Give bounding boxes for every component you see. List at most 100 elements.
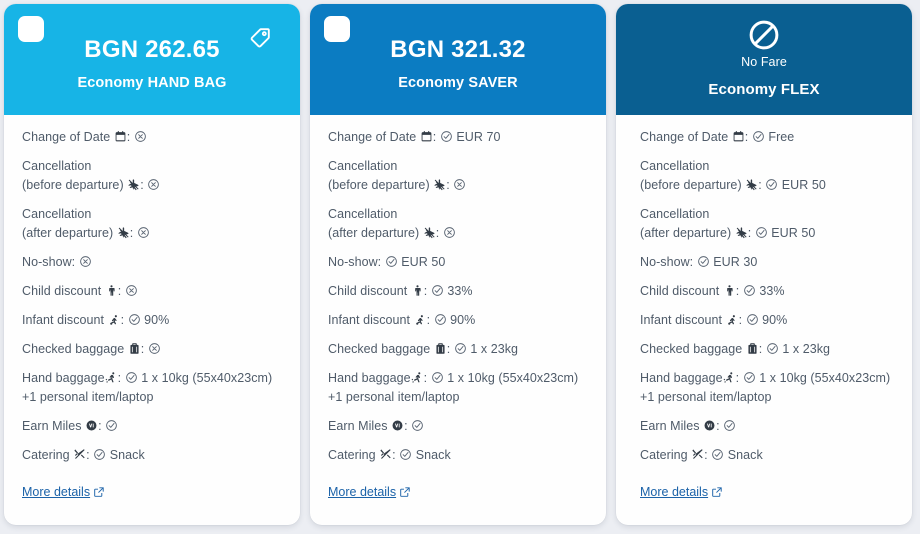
fare-detail-row: Cancellation (after departure) :	[22, 205, 282, 243]
fare-detail-separator: :	[759, 342, 763, 356]
fare-detail-separator: :	[447, 342, 451, 356]
fare-detail-value: EUR 30	[713, 255, 757, 269]
check-circle-icon	[746, 313, 759, 326]
fare-detail-row: Cancellation (after departure) : EUR 50	[640, 205, 894, 243]
fare-detail-value: 90%	[762, 313, 787, 327]
fare-detail-row: Cancellation (before departure) : EUR 50	[640, 157, 894, 195]
fare-detail-row: Earn Miles :	[640, 417, 894, 436]
check-circle-icon	[431, 284, 444, 297]
flight-cancelled-icon	[745, 178, 758, 191]
fare-detail-row: Earn Miles :	[328, 417, 588, 436]
fare-card-economy-hand-bag[interactable]: BGN 262.65 Economy HAND BAG Change of Date…	[4, 4, 300, 525]
cross-circle-icon	[453, 178, 466, 191]
fare-detail-separator: :	[433, 130, 437, 144]
fare-detail-separator: :	[758, 178, 762, 192]
fare-card-body-economy-saver: Change of Date : EUR 70 Cancellation (bef…	[310, 115, 606, 525]
fare-detail-label: Change of Date	[640, 130, 732, 144]
suitcase-icon	[746, 342, 759, 355]
fare-detail-label: Catering	[640, 448, 691, 462]
check-circle-icon	[743, 284, 756, 297]
fare-card-economy-saver[interactable]: BGN 321.32Economy SAVERChange of Date : …	[310, 4, 606, 525]
fare-detail-label: Child discount	[640, 284, 723, 298]
fare-detail-label: Cancellation (before departure)	[22, 159, 127, 192]
fare-detail-label: Hand baggage	[328, 371, 411, 385]
fare-detail-row: Change of Date : EUR 70	[328, 128, 588, 147]
fare-detail-separator: :	[736, 371, 740, 385]
fare-detail-row: Catering : Snack	[22, 446, 282, 465]
fare-detail-separator: :	[140, 178, 144, 192]
check-circle-icon	[697, 255, 710, 268]
fare-detail-row: Cancellation (before departure) :	[328, 157, 588, 195]
fare-detail-row: Cancellation (after departure) :	[328, 205, 588, 243]
check-circle-icon	[128, 313, 141, 326]
fare-detail-row: Change of Date : Free	[640, 128, 894, 147]
fare-detail-value: EUR 50	[401, 255, 445, 269]
fare-card-economy-flex[interactable]: No FareEconomy FLEX Change of Date : Free…	[616, 4, 912, 525]
select-fare-checkbox[interactable]	[324, 16, 350, 42]
fare-detail-value: Snack	[110, 448, 145, 462]
fare-detail-separator: :	[427, 313, 431, 327]
fare-price: BGN 262.65	[18, 36, 286, 64]
fare-detail-label: Catering	[22, 448, 73, 462]
more-details-link[interactable]: More details	[328, 485, 411, 499]
fare-detail-value: 1 x 23kg	[470, 342, 518, 356]
fare-detail-separator: :	[748, 226, 752, 240]
suitcase-icon	[128, 342, 141, 355]
fare-detail-label: Checked baggage	[640, 342, 746, 356]
fare-detail-row: Checked baggage : 1 x 23kg	[328, 340, 588, 359]
fare-detail-row: Cancellation (before departure) :	[22, 157, 282, 195]
fare-detail-row: Catering : Snack	[640, 446, 894, 465]
fare-detail-label: Checked baggage	[22, 342, 128, 356]
fare-detail-label: Infant discount	[640, 313, 726, 327]
miles-icon	[85, 419, 98, 432]
more-details-link[interactable]: More details	[640, 485, 723, 499]
fare-detail-label: Cancellation (before departure)	[328, 159, 433, 192]
child-icon	[105, 284, 118, 297]
fare-detail-row: No-show: EUR 30	[640, 253, 894, 272]
hand-baggage-icon	[105, 371, 118, 384]
fare-detail-separator: :	[716, 419, 720, 433]
fare-detail-row: Checked baggage : 1 x 23kg	[640, 340, 894, 359]
fare-detail-row: Child discount :	[22, 282, 282, 301]
fare-detail-row: Catering : Snack	[328, 446, 588, 465]
suitcase-icon	[434, 342, 447, 355]
fare-detail-label: Cancellation (after departure)	[22, 207, 117, 240]
fare-card-header-economy-flex: No FareEconomy FLEX	[616, 4, 912, 115]
fare-detail-label: No-show:	[640, 255, 693, 269]
calendar-icon	[114, 130, 127, 143]
fare-detail-separator: :	[424, 371, 428, 385]
check-circle-icon	[125, 371, 138, 384]
fare-detail-label: Change of Date	[328, 130, 420, 144]
miles-icon	[391, 419, 404, 432]
price-tag-icon[interactable]	[262, 15, 286, 39]
check-circle-icon	[755, 226, 768, 239]
select-fare-checkbox[interactable]	[18, 16, 44, 42]
fare-detail-row: No-show: EUR 50	[328, 253, 588, 272]
calendar-icon	[420, 130, 433, 143]
cross-circle-icon	[147, 178, 160, 191]
fare-detail-row: Infant discount : 90%	[640, 311, 894, 330]
check-circle-icon	[431, 371, 444, 384]
no-fare-block: No Fare	[630, 16, 898, 69]
fare-detail-row: Change of Date :	[22, 128, 282, 147]
fare-detail-row: Child discount : 33%	[640, 282, 894, 301]
fare-detail-value: 90%	[144, 313, 169, 327]
fare-card-body-economy-hand-bag: Change of Date : Cancellation (before de…	[4, 115, 300, 525]
cross-circle-icon	[148, 342, 161, 355]
fare-detail-separator: :	[745, 130, 749, 144]
fare-detail-label: Hand baggage	[640, 371, 723, 385]
fare-detail-value: 33%	[447, 284, 472, 298]
fare-detail-row: Infant discount : 90%	[328, 311, 588, 330]
fare-detail-label: Earn Miles	[328, 419, 391, 433]
fare-detail-separator: :	[86, 448, 90, 462]
fare-detail-value: 1 x 23kg	[782, 342, 830, 356]
fare-detail-separator: :	[392, 448, 396, 462]
fare-detail-label: Child discount	[22, 284, 105, 298]
hand-baggage-icon	[411, 371, 424, 384]
check-circle-icon	[93, 448, 106, 461]
cross-circle-icon	[125, 284, 138, 297]
child-icon	[411, 284, 424, 297]
more-details-link[interactable]: More details	[22, 485, 105, 499]
fare-name: Economy HAND BAG	[18, 75, 286, 91]
check-circle-icon	[105, 419, 118, 432]
